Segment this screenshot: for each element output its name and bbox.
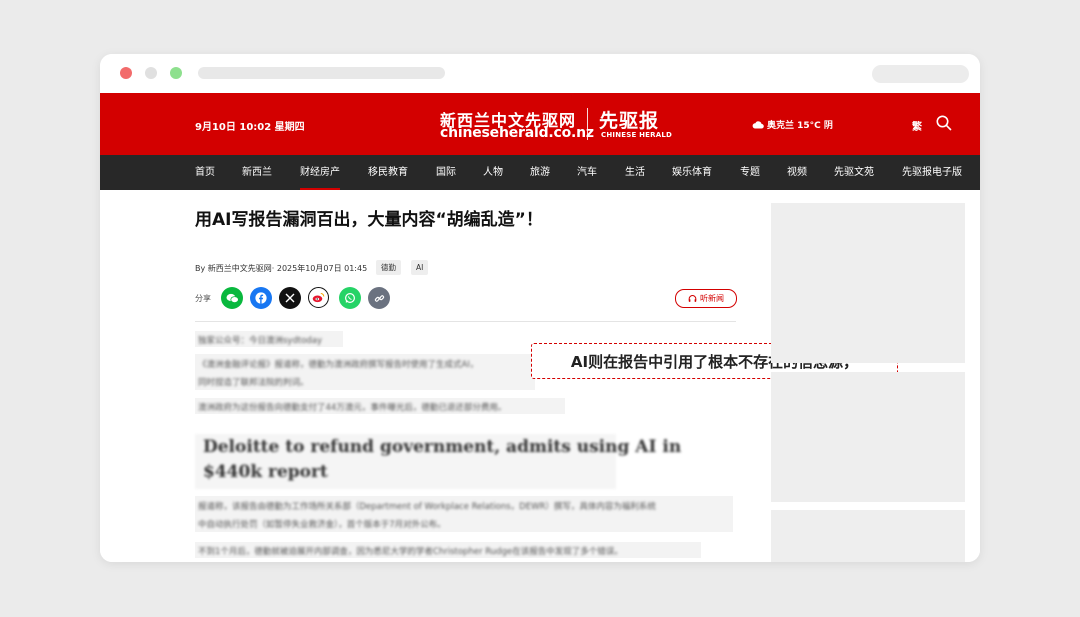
share-label: 分享: [195, 294, 211, 303]
weibo-share-button[interactable]: [308, 287, 329, 308]
article-paragraph: 同时捏造了联邦法院的判词。: [198, 378, 309, 388]
header-datetime: 9月10日 10:02 星期四: [195, 122, 305, 133]
nav-item-finance-property[interactable]: 财经房产: [300, 155, 340, 190]
article-tag[interactable]: 德勤: [376, 260, 401, 275]
browser-chrome: [100, 54, 980, 93]
nav-item-people[interactable]: 人物: [483, 155, 503, 190]
brand-logo-en[interactable]: CHINESE HERALD: [601, 131, 672, 139]
article-divider: [195, 321, 736, 322]
copy-link-button[interactable]: [368, 287, 390, 309]
logo-divider: [587, 108, 588, 140]
article-paragraph: 澳洲政府为这份报告向德勤支付了44万澳元，事件曝光后，德勤已退还部分费用。: [198, 403, 507, 413]
site-header: 9月10日 10:02 星期四 新西兰中文先驱网 chineseherald.c…: [100, 93, 980, 155]
facebook-share-button[interactable]: [250, 287, 272, 309]
article-paragraph: 中自动执行处罚（如暂停失业救济金），首个版本于7月对外公布。: [198, 520, 446, 530]
nav-item-home[interactable]: 首页: [195, 155, 215, 190]
article-paragraph: 不到1个月后，德勤就被迫展开内部调查，因为悉尼大学的学者Christopher …: [198, 547, 623, 557]
nav-item-video[interactable]: 视频: [787, 155, 807, 190]
headphones-icon: [688, 295, 697, 302]
browser-toolbar-placeholder[interactable]: [872, 65, 969, 83]
article-area: 用AI写报告漏洞百出，大量内容“胡编乱造”！ By 新西兰中文先驱网· 2025…: [100, 190, 980, 562]
sidebar-ad-slot[interactable]: [771, 203, 965, 363]
nav-item-entertainment-sports[interactable]: 娱乐体育: [672, 155, 712, 190]
main-nav: 首页 新西兰 财经房产 移民教育 国际 人物 旅游 汽车 生活 娱乐体育 专题 …: [100, 155, 980, 190]
browser-window: 9月10日 10:02 星期四 新西兰中文先驱网 chineseherald.c…: [100, 54, 980, 562]
nav-item-e-paper[interactable]: 先驱报电子版: [902, 155, 962, 190]
cloud-icon: [752, 121, 764, 129]
pull-quote-line: Deloitte to refund government, admits us…: [203, 437, 682, 457]
sidebar-ad-slot[interactable]: [771, 372, 965, 502]
wechat-share-button[interactable]: [221, 287, 243, 309]
x-share-button[interactable]: [279, 287, 301, 309]
nav-item-new-zealand[interactable]: 新西兰: [242, 155, 272, 190]
article-byline: By 新西兰中文先驱网· 2025年10月07日 01:45: [195, 264, 368, 273]
sidebar-ad-slot[interactable]: [771, 510, 965, 562]
article-tag[interactable]: AI: [411, 260, 429, 275]
nav-item-lifestyle[interactable]: 生活: [625, 155, 645, 190]
weibo-icon: [312, 293, 325, 303]
article-paragraph: 报道称，该报告由德勤为工作场所关系部（Department of Workpla…: [198, 502, 656, 512]
pull-quote-line: $440k report: [203, 462, 328, 482]
nav-item-literature[interactable]: 先驱文苑: [834, 155, 874, 190]
whatsapp-icon: [344, 292, 356, 304]
brand-logo-cn[interactable]: 先驱报: [599, 106, 659, 133]
weather-text: 奥克兰 15°C 阴: [767, 121, 833, 131]
article-title: 用AI写报告漏洞百出，大量内容“胡编乱造”！: [195, 210, 543, 230]
nav-item-international[interactable]: 国际: [436, 155, 456, 190]
address-bar[interactable]: [198, 67, 445, 79]
article-paragraph: 《澳洲金融评论报》报道称，德勤为澳洲政府撰写报告时使用了生成式AI，: [198, 360, 479, 370]
site-logo-en[interactable]: chineseherald.co.nz: [440, 125, 594, 141]
close-window-button[interactable]: [120, 67, 132, 79]
whatsapp-share-button[interactable]: [339, 287, 361, 309]
nav-item-cars[interactable]: 汽车: [577, 155, 597, 190]
article-paragraph: 独家公众号：今日澳洲sydtoday: [198, 336, 323, 346]
listen-news-label: 听新闻: [700, 294, 724, 303]
maximize-window-button[interactable]: [170, 67, 182, 79]
minimize-window-button[interactable]: [145, 67, 157, 79]
listen-news-button[interactable]: 听新闻: [675, 289, 737, 308]
traditional-chinese-toggle[interactable]: 繁: [912, 118, 922, 133]
nav-item-topics[interactable]: 专题: [740, 155, 760, 190]
search-icon[interactable]: [935, 114, 953, 132]
facebook-icon: [255, 292, 267, 304]
weather-widget: 奥克兰 15°C 阴: [752, 118, 833, 131]
nav-item-immigration-education[interactable]: 移民教育: [368, 155, 408, 190]
nav-item-travel[interactable]: 旅游: [530, 155, 550, 190]
article-pull-quote: Deloitte to refund government, admits us…: [195, 434, 681, 489]
wechat-icon: [226, 293, 239, 303]
link-icon: [374, 294, 384, 302]
x-icon: [285, 293, 295, 303]
